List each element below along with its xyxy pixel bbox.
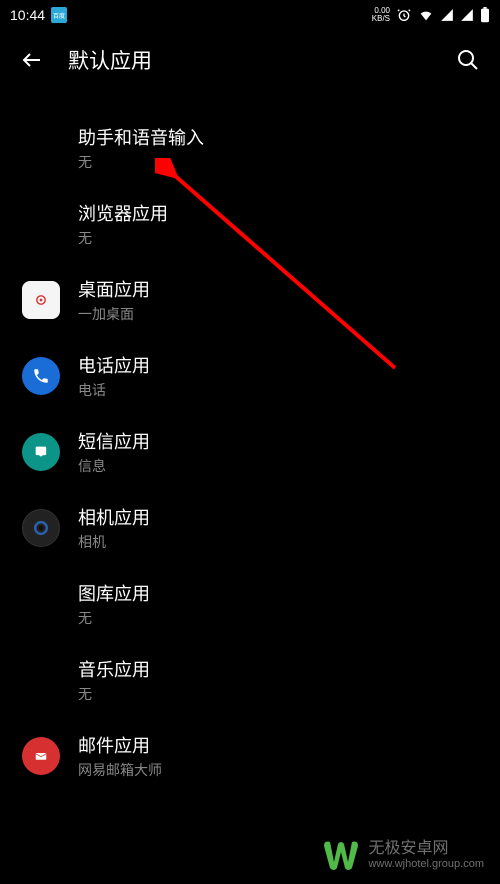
sms-icon: [22, 433, 60, 471]
item-title: 桌面应用: [78, 276, 150, 302]
app-header: 默认应用: [0, 30, 500, 90]
default-apps-list: 助手和语音输入 无 浏览器应用 无 桌面应用 一加桌面 电话应用 电话: [0, 90, 500, 794]
item-gallery[interactable]: 图库应用 无: [0, 566, 500, 642]
status-left: 10:44 百度: [10, 7, 67, 23]
item-mail[interactable]: 邮件应用 网易邮箱大师: [0, 718, 500, 794]
back-arrow-icon[interactable]: [20, 48, 44, 72]
status-right: 0.00 KB/S: [372, 7, 490, 23]
item-sub: 无: [78, 228, 168, 248]
item-sub: 相机: [78, 532, 150, 552]
signal-icon-2: [460, 8, 474, 22]
item-title: 邮件应用: [78, 732, 162, 758]
search-icon[interactable]: [456, 48, 480, 72]
watermark-url: www.wjhotel.group.com: [368, 858, 484, 870]
status-bar: 10:44 百度 0.00 KB/S: [0, 0, 500, 30]
item-title: 浏览器应用: [78, 200, 168, 226]
clock: 10:44: [10, 7, 45, 23]
camera-icon: [22, 509, 60, 547]
item-sub: 无: [78, 152, 204, 172]
item-camera[interactable]: 相机应用 相机: [0, 490, 500, 566]
item-sms[interactable]: 短信应用 信息: [0, 414, 500, 490]
alarm-icon: [396, 7, 412, 23]
item-title: 相机应用: [78, 504, 150, 530]
watermark-logo-icon: [320, 838, 362, 872]
item-sub: 信息: [78, 456, 150, 476]
item-title: 助手和语音输入: [78, 124, 204, 150]
phone-icon: [22, 357, 60, 395]
launcher-icon: [22, 281, 60, 319]
item-sub: 无: [78, 684, 150, 704]
item-assist-voice[interactable]: 助手和语音输入 无: [0, 110, 500, 186]
watermark: 无极安卓网 www.wjhotel.group.com: [320, 838, 484, 872]
item-music[interactable]: 音乐应用 无: [0, 642, 500, 718]
item-launcher[interactable]: 桌面应用 一加桌面: [0, 262, 500, 338]
item-sub: 无: [78, 608, 150, 628]
wifi-icon: [418, 7, 434, 23]
baidu-badge-icon: 百度: [51, 7, 67, 23]
battery-icon: [480, 7, 490, 23]
item-browser[interactable]: 浏览器应用 无: [0, 186, 500, 262]
item-sub: 网易邮箱大师: [78, 760, 162, 780]
item-title: 图库应用: [78, 580, 150, 606]
item-title: 短信应用: [78, 428, 150, 454]
item-sub: 一加桌面: [78, 304, 150, 324]
signal-icon: [440, 8, 454, 22]
mail-icon: [22, 737, 60, 775]
item-phone[interactable]: 电话应用 电话: [0, 338, 500, 414]
watermark-name: 无极安卓网: [368, 840, 484, 858]
item-sub: 电话: [78, 380, 150, 400]
item-title: 音乐应用: [78, 656, 150, 682]
page-title: 默认应用: [68, 45, 152, 75]
net-speed: 0.00 KB/S: [372, 7, 390, 23]
item-title: 电话应用: [78, 352, 150, 378]
